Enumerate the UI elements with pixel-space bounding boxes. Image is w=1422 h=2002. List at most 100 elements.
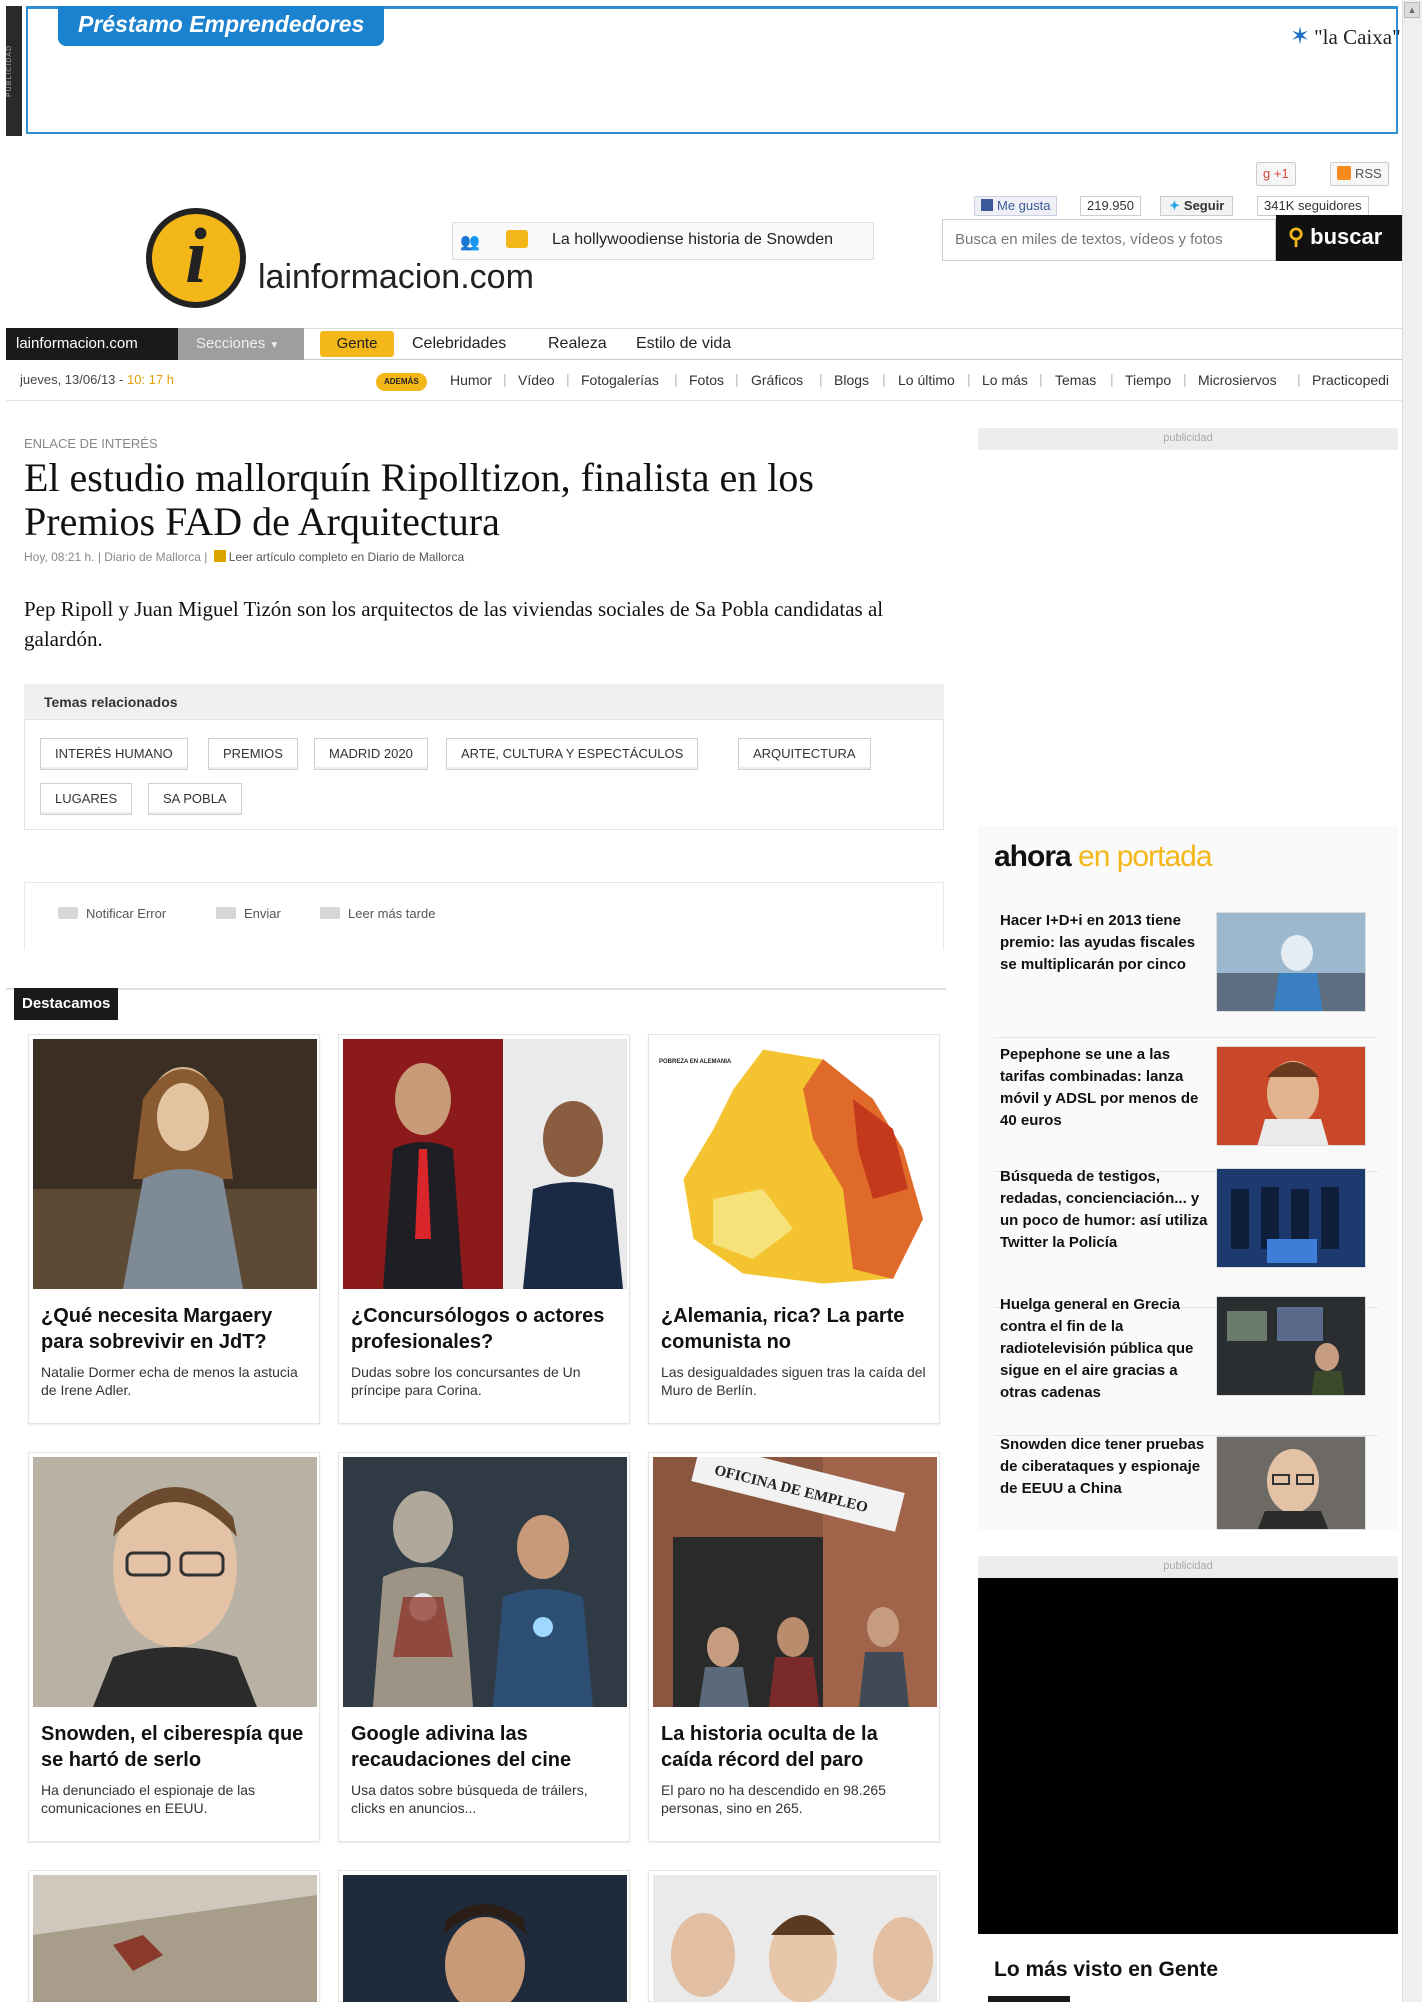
nav-item-celebridades[interactable]: Celebridades (412, 328, 506, 360)
divider (6, 400, 1402, 401)
nav-item-realeza[interactable]: Realeza (548, 328, 607, 360)
card-title[interactable]: La historia oculta de la caída récord de… (661, 1721, 933, 1773)
tag-madrid-2020[interactable]: MADRID 2020 (314, 738, 428, 770)
twitter-bird-icon: ✦ (1169, 198, 1180, 213)
advertising-label: publicidad (978, 428, 1398, 450)
separator: | (503, 371, 507, 387)
subnav-microsiervos[interactable]: Microsiervos (1198, 372, 1277, 388)
separator: | (1039, 371, 1043, 387)
card-description: El paro no ha descendido en 98.265 perso… (661, 1782, 886, 1816)
ad-brand-logo[interactable]: ✶ "la Caixa" (1290, 22, 1401, 51)
separator: | (1110, 371, 1114, 387)
card-title[interactable]: Google adivina las recaudaciones del cin… (351, 1721, 623, 1773)
portada-item-image[interactable] (1216, 1046, 1366, 1146)
card-title[interactable]: Snowden, el ciberespía que se hartó de s… (41, 1721, 313, 1773)
ad-title[interactable]: Préstamo Emprendedores (58, 6, 385, 46)
ademas-badge: ADEMÁS (376, 373, 427, 391)
search-icon: ⚲ (1288, 224, 1305, 249)
search-button[interactable]: ⚲ buscar (1276, 215, 1402, 261)
card-title[interactable]: ¿Qué necesita Margaery para sobrevivir e… (41, 1303, 313, 1355)
tag-sa-pobla[interactable]: SA POBLA (148, 783, 242, 815)
notice-link[interactable]: La hollywoodiense historia de Snowden (552, 231, 833, 249)
tag-arquitectura[interactable]: ARQUITECTURA (738, 738, 871, 770)
star-icon: ✶ (1290, 24, 1311, 50)
subnav-blogs[interactable]: Blogs (834, 372, 869, 388)
logo-letter: i (185, 212, 207, 299)
featured-card[interactable]: Google adivina las recaudaciones del cin… (338, 1452, 630, 1842)
current-date: jueves, 13/06/13 - 10: 17 h (20, 372, 174, 387)
source-link[interactable]: Leer artículo completo en Diario de Mall… (229, 550, 464, 564)
portada-item[interactable]: Snowden dice tener pruebas de ciberataqu… (994, 1430, 1378, 1530)
read-later-button[interactable]: Leer más tarde (320, 906, 435, 921)
portada-item-title[interactable]: Hacer I+D+i en 2013 tiene premio: las ay… (1000, 910, 1210, 976)
portada-item-image[interactable] (1216, 1168, 1366, 1268)
report-error-button[interactable]: Notificar Error (58, 906, 166, 921)
envelope-icon (216, 907, 236, 919)
card-image (33, 1039, 317, 1289)
card-image (343, 1457, 627, 1707)
featured-card[interactable]: ¿Qué necesita Margaery para sobrevivir e… (28, 1034, 320, 1424)
tag-interes-humano[interactable]: INTERÉS HUMANO (40, 738, 188, 770)
site-logo-text[interactable]: lainformacion.com (258, 258, 534, 297)
subnav-fotos[interactable]: Fotos (689, 372, 724, 388)
portada-item-image[interactable] (1216, 1436, 1366, 1530)
featured-card[interactable]: POBREZA EN ALEMANIA ¿Alemania, rica? La … (648, 1034, 940, 1424)
portada-item-image[interactable] (1216, 912, 1366, 1012)
time-text: 10: 17 h (126, 372, 174, 387)
scrollbar[interactable] (1402, 0, 1422, 2002)
subnav-practicopedia[interactable]: Practicopedi (1312, 372, 1400, 388)
google-plus-button[interactable]: g +1 (1256, 162, 1296, 186)
separator: | (1297, 371, 1301, 387)
facebook-like-count: 219.950 (1080, 196, 1141, 216)
separator: | (1183, 371, 1187, 387)
portada-item-title[interactable]: Búsqueda de testigos, redadas, concienci… (1000, 1166, 1210, 1254)
nav-home-link[interactable]: lainformacion.com (6, 328, 178, 360)
card-title[interactable]: ¿Alemania, rica? La parte comunista no (661, 1303, 933, 1355)
rss-button[interactable]: RSS (1330, 162, 1389, 186)
subnav-fotogalerias[interactable]: Fotogalerías (581, 372, 659, 388)
featured-card[interactable] (648, 1870, 940, 2002)
nav-item-gente[interactable]: Gente (320, 331, 394, 357)
featured-card[interactable]: ¿Concursólogos o actores profesionales? … (338, 1034, 630, 1424)
portada-item[interactable]: Hacer I+D+i en 2013 tiene premio: las ay… (994, 906, 1378, 1038)
most-viewed-tab[interactable] (988, 1996, 1070, 2002)
portada-item-title[interactable]: Pepephone se une a las tarifas combinada… (1000, 1044, 1210, 1132)
portada-item[interactable]: Búsqueda de testigos, redadas, concienci… (994, 1162, 1378, 1308)
card-title[interactable]: ¿Concursólogos o actores profesionales? (351, 1303, 623, 1355)
portada-item-image[interactable] (1216, 1296, 1366, 1396)
featured-card[interactable]: Snowden, el ciberespía que se hartó de s… (28, 1452, 320, 1842)
subnav-lo-mas[interactable]: Lo más (982, 372, 1028, 388)
portada-item[interactable]: Huelga general en Grecia contra el fin d… (994, 1290, 1378, 1436)
nav-item-estilo-de-vida[interactable]: Estilo de vida (636, 328, 731, 360)
scroll-up-arrow-icon[interactable]: ▲ (1404, 2, 1420, 18)
tag-premios[interactable]: PREMIOS (208, 738, 298, 770)
facebook-like-button[interactable]: Me gusta (974, 196, 1058, 216)
byline-text: Hoy, 08:21 h. | Diario de Mallorca | (24, 550, 208, 564)
send-button[interactable]: Enviar (216, 906, 281, 921)
subnav-temas[interactable]: Temas (1055, 372, 1096, 388)
separator: | (735, 371, 739, 387)
subnav-humor[interactable]: Humor (450, 372, 492, 388)
tag-arte-cultura[interactable]: ARTE, CULTURA Y ESPECTÁCULOS (446, 738, 699, 770)
sections-dropdown[interactable]: Secciones ▼ (178, 328, 304, 360)
date-text: jueves, 13/06/13 - (20, 372, 127, 387)
featured-card[interactable] (28, 1870, 320, 2002)
portada-item-title[interactable]: Huelga general en Grecia contra el fin d… (1000, 1294, 1210, 1404)
twitter-follow-button[interactable]: ✦ Seguir (1160, 196, 1234, 216)
ad-slot[interactable] (978, 1578, 1398, 1934)
subnav-video[interactable]: Vídeo (518, 372, 555, 388)
article-headline: El estudio mallorquín Ripolltizon, final… (24, 455, 814, 544)
subnav-graficos[interactable]: Gráficos (751, 372, 803, 388)
separator: | (819, 371, 823, 387)
portada-item-title[interactable]: Snowden dice tener pruebas de ciberataqu… (1000, 1434, 1210, 1500)
search-input[interactable]: Busca en miles de textos, vídeos y fotos (942, 219, 1276, 261)
portada-item[interactable]: Pepephone se une a las tarifas combinada… (994, 1040, 1378, 1172)
send-label: Enviar (244, 906, 281, 921)
card-image (33, 1457, 317, 1707)
featured-card[interactable]: OFICINA DE EMPLEO La historia oculta de … (648, 1452, 940, 1842)
subnav-tiempo[interactable]: Tiempo (1125, 372, 1171, 388)
map-label: POBREZA EN ALEMANIA (659, 1059, 732, 1065)
subnav-lo-ultimo[interactable]: Lo último (898, 372, 955, 388)
featured-card[interactable] (338, 1870, 630, 2002)
tag-lugares[interactable]: LUGARES (40, 783, 133, 815)
